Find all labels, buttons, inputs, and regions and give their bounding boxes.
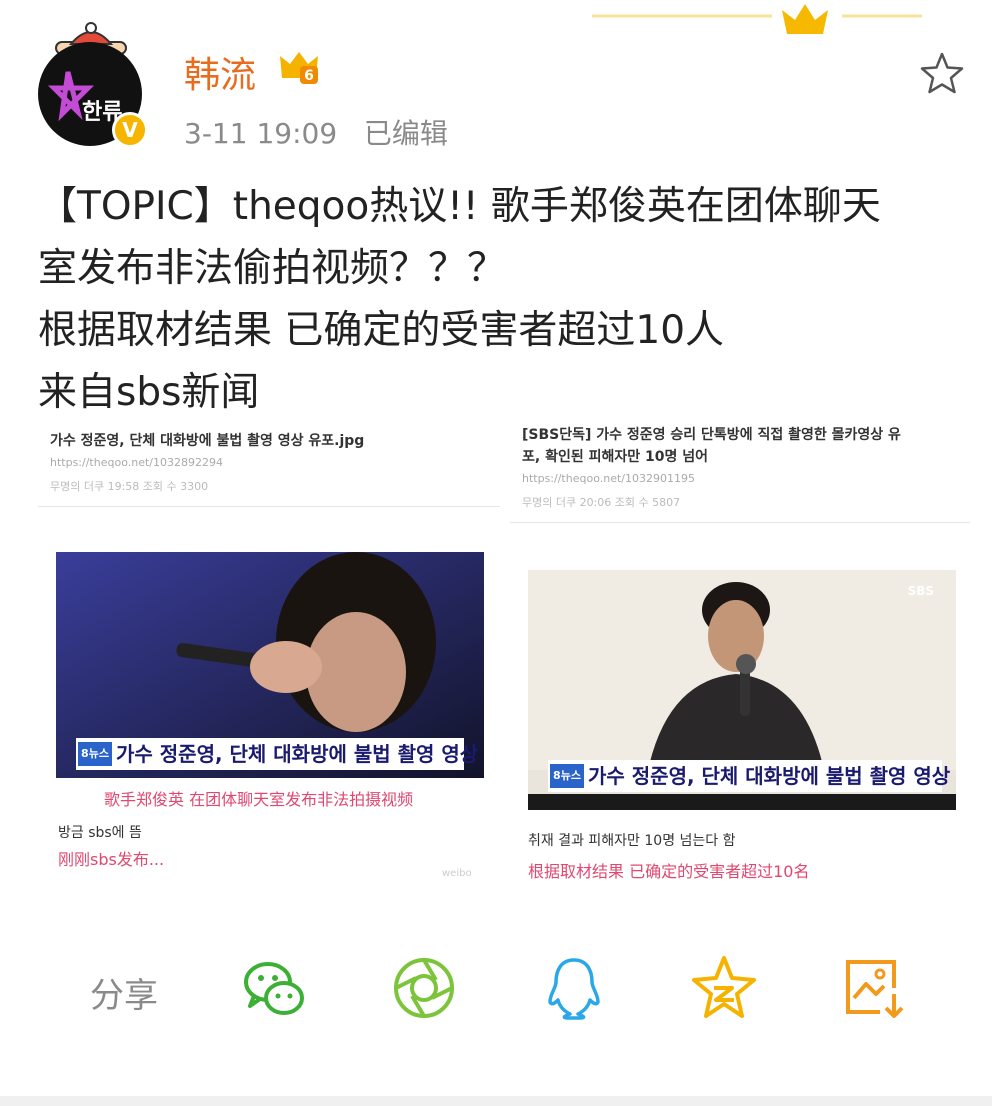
level-number: 6 (304, 68, 314, 84)
bottom-divider (0, 1096, 992, 1106)
video-still: 가수 정준영, 단체 대화방에 불법 촬영 영상 유포 8뉴스 (56, 552, 484, 778)
user-name[interactable]: 韩流 (184, 46, 256, 98)
result-url: https://theqoo.net/1032901195 (522, 472, 695, 485)
post-header: 한류 V 韩流 6 3-11 19:09 已编辑 (38, 20, 978, 150)
avatar[interactable]: 한류 V (38, 20, 148, 148)
qq-icon[interactable] (540, 954, 608, 1022)
save-image-icon[interactable] (840, 954, 908, 1022)
result-info: 무명의 더쿠 19:58 조회 수 3300 (50, 480, 209, 493)
post-image-left[interactable]: 가수 정준영, 단체 대화방에 불법 촬영 영상 유포.jpg https://… (38, 420, 500, 890)
small-korean-text: 방금 sbs에 뜸 (58, 825, 142, 841)
watermark: weibo (442, 868, 472, 879)
channel-badge: 8뉴스 (78, 742, 112, 766)
divider (38, 506, 500, 507)
post-image-right[interactable]: [SBS단독] 가수 정준영 승리 단톡방에 직접 촬영한 몰카영상 유 포, … (510, 412, 970, 890)
result-url: https://theqoo.net/1032892294 (50, 456, 223, 469)
favorite-star-icon[interactable] (918, 50, 966, 98)
result-title: 가수 정준영, 단체 대화방에 불법 촬영 영상 유포.jpg (50, 433, 365, 449)
result-title-line2: 포, 확인된 피해자만 10명 넘어 (522, 449, 708, 465)
share-row: 分享 (90, 950, 930, 1030)
share-label: 分享 (90, 976, 158, 1016)
result-title-line1: [SBS단독] 가수 정준영 승리 단톡방에 직접 촬영한 몰카영상 유 (522, 427, 901, 443)
level-crown-badge: 6 (280, 52, 318, 84)
divider (510, 522, 970, 523)
edited-label: 已编辑 (363, 117, 448, 150)
pink-caption: 根据取材结果 已确定的受害者超过10名 (528, 862, 810, 881)
news-caption: 가수 정준영, 단체 대화방에 불법 촬영 영상 유포 (76, 738, 484, 770)
post-time: 3-11 19:09 (184, 117, 338, 150)
wechat-icon[interactable] (240, 954, 308, 1022)
video-still: SBS 가수 정준영, 단체 대화방에 불법 촬영 영상 유포 8뉴스 (528, 570, 956, 810)
moments-icon[interactable] (390, 954, 458, 1022)
post-line: 【TOPIC】theqoo热议!! 歌手郑俊英在团体聊天 (38, 184, 881, 229)
qzone-icon[interactable] (690, 954, 758, 1022)
verified-badge: V (112, 112, 148, 148)
post-line: 室发布非法偷拍视频？？？ (38, 246, 507, 291)
post-line: 根据取材结果 已确定的受害者超过10人 (38, 308, 725, 353)
sbs-logo: SBS (907, 584, 934, 598)
post-text: 【TOPIC】theqoo热议!! 歌手郑俊英在团体聊天 室发布非法偷拍视频？？… (38, 176, 968, 424)
pink-caption: 歌手郑俊英 在团体聊天室发布非法拍摄视频 (104, 790, 414, 809)
result-info: 무명의 더쿠 20:06 조회 수 5807 (522, 496, 681, 509)
news-caption: 가수 정준영, 단체 대화방에 불법 촬영 영상 유포 (548, 760, 956, 792)
black-strip (528, 794, 956, 810)
post-meta: 3-11 19:09 已编辑 (184, 112, 448, 152)
small-chinese-text: 刚刚sbs发布... (58, 850, 165, 869)
small-korean-text: 취재 결과 피해자만 10명 넘는다 함 (528, 833, 736, 849)
channel-badge: 8뉴스 (550, 764, 584, 788)
